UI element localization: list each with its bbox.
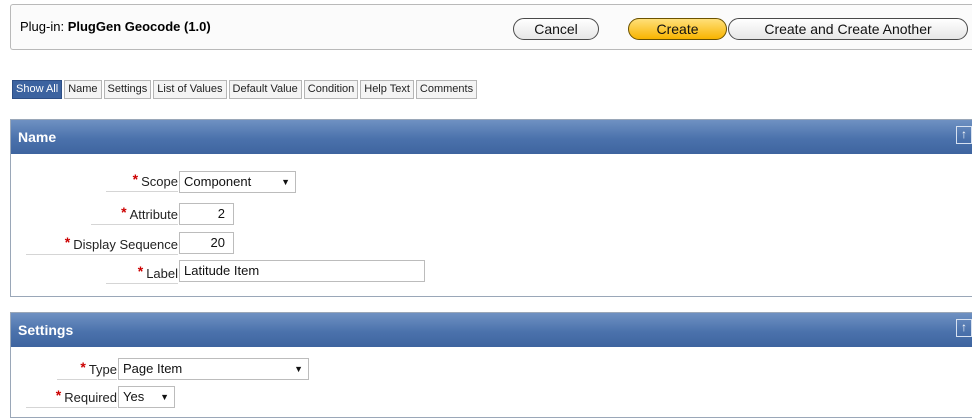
settings-region: Settings ↑ * Type Page Item ▼ * Required Y… <box>10 312 972 418</box>
tab-show-all[interactable]: Show All <box>12 80 63 99</box>
scope-label-text: Scope <box>141 174 178 189</box>
name-region: Name ↑ * Scope Component ▼ * Attribute 2 *… <box>10 119 972 297</box>
label-label-text: Label <box>146 266 178 281</box>
required-value: Yes <box>123 389 145 404</box>
create-button[interactable]: Create <box>628 18 727 40</box>
tab-default-value[interactable]: Default Value <box>228 80 302 99</box>
type-select[interactable]: Page Item ▼ <box>118 358 309 380</box>
create-and-create-another-button[interactable]: Create and Create Another <box>728 18 968 40</box>
display-sequence-label: * Display Sequence <box>26 234 178 255</box>
name-region-header: Name ↑ <box>11 120 972 154</box>
required-asterisk-icon: * <box>137 263 144 279</box>
display-sequence-label-text: Display Sequence <box>73 237 178 252</box>
type-label: * Type <box>57 359 117 380</box>
page-header-bar: Plug-in: PlugGen Geocode (1.0) Cancel Cr… <box>10 4 972 50</box>
tab-settings[interactable]: Settings <box>103 80 152 99</box>
scope-label: * Scope <box>106 171 178 192</box>
required-asterisk-icon: * <box>64 234 71 250</box>
plugin-name: PlugGen Geocode (1.0) <box>67 19 211 34</box>
chevron-down-icon: ▼ <box>160 392 169 402</box>
name-region-title: Name <box>18 129 57 145</box>
region-tabs: Show All Name Settings List of Values Defaul… <box>12 80 479 99</box>
tab-condition[interactable]: Condition <box>303 80 359 99</box>
type-label-text: Type <box>88 362 117 377</box>
scope-value: Component <box>184 174 252 189</box>
required-asterisk-icon: * <box>132 171 139 187</box>
display-sequence-input[interactable]: 20 <box>179 232 234 254</box>
required-asterisk-icon: * <box>55 387 62 403</box>
type-value: Page Item <box>123 361 183 376</box>
arrow-up-icon[interactable]: ↑ <box>956 126 972 144</box>
chevron-down-icon: ▼ <box>281 177 290 187</box>
tab-name[interactable]: Name <box>64 80 102 99</box>
required-asterisk-icon: * <box>121 204 127 220</box>
label-input[interactable]: Latitude Item <box>179 260 425 282</box>
required-select[interactable]: Yes ▼ <box>118 386 175 408</box>
required-asterisk-icon: * <box>80 359 86 375</box>
tab-comments[interactable]: Comments <box>415 80 478 99</box>
plugin-prefix: Plug-in: <box>20 19 65 34</box>
arrow-up-icon[interactable]: ↑ <box>956 319 972 337</box>
attribute-label-text: Attribute <box>129 207 178 222</box>
attribute-input[interactable]: 2 <box>179 203 234 225</box>
plugin-title: Plug-in: PlugGen Geocode (1.0) <box>20 19 211 34</box>
attribute-label: * Attribute <box>91 204 178 225</box>
required-label-text: Required <box>64 390 117 405</box>
required-label: * Required <box>26 387 117 408</box>
tab-help-text[interactable]: Help Text <box>360 80 414 99</box>
settings-region-title: Settings <box>18 322 74 338</box>
settings-region-header: Settings ↑ <box>11 313 972 347</box>
chevron-down-icon: ▼ <box>294 364 303 374</box>
label-label: * Label <box>106 263 178 284</box>
cancel-button[interactable]: Cancel <box>513 18 599 40</box>
scope-select[interactable]: Component ▼ <box>179 171 296 193</box>
tab-list-of-values[interactable]: List of Values <box>153 80 227 99</box>
